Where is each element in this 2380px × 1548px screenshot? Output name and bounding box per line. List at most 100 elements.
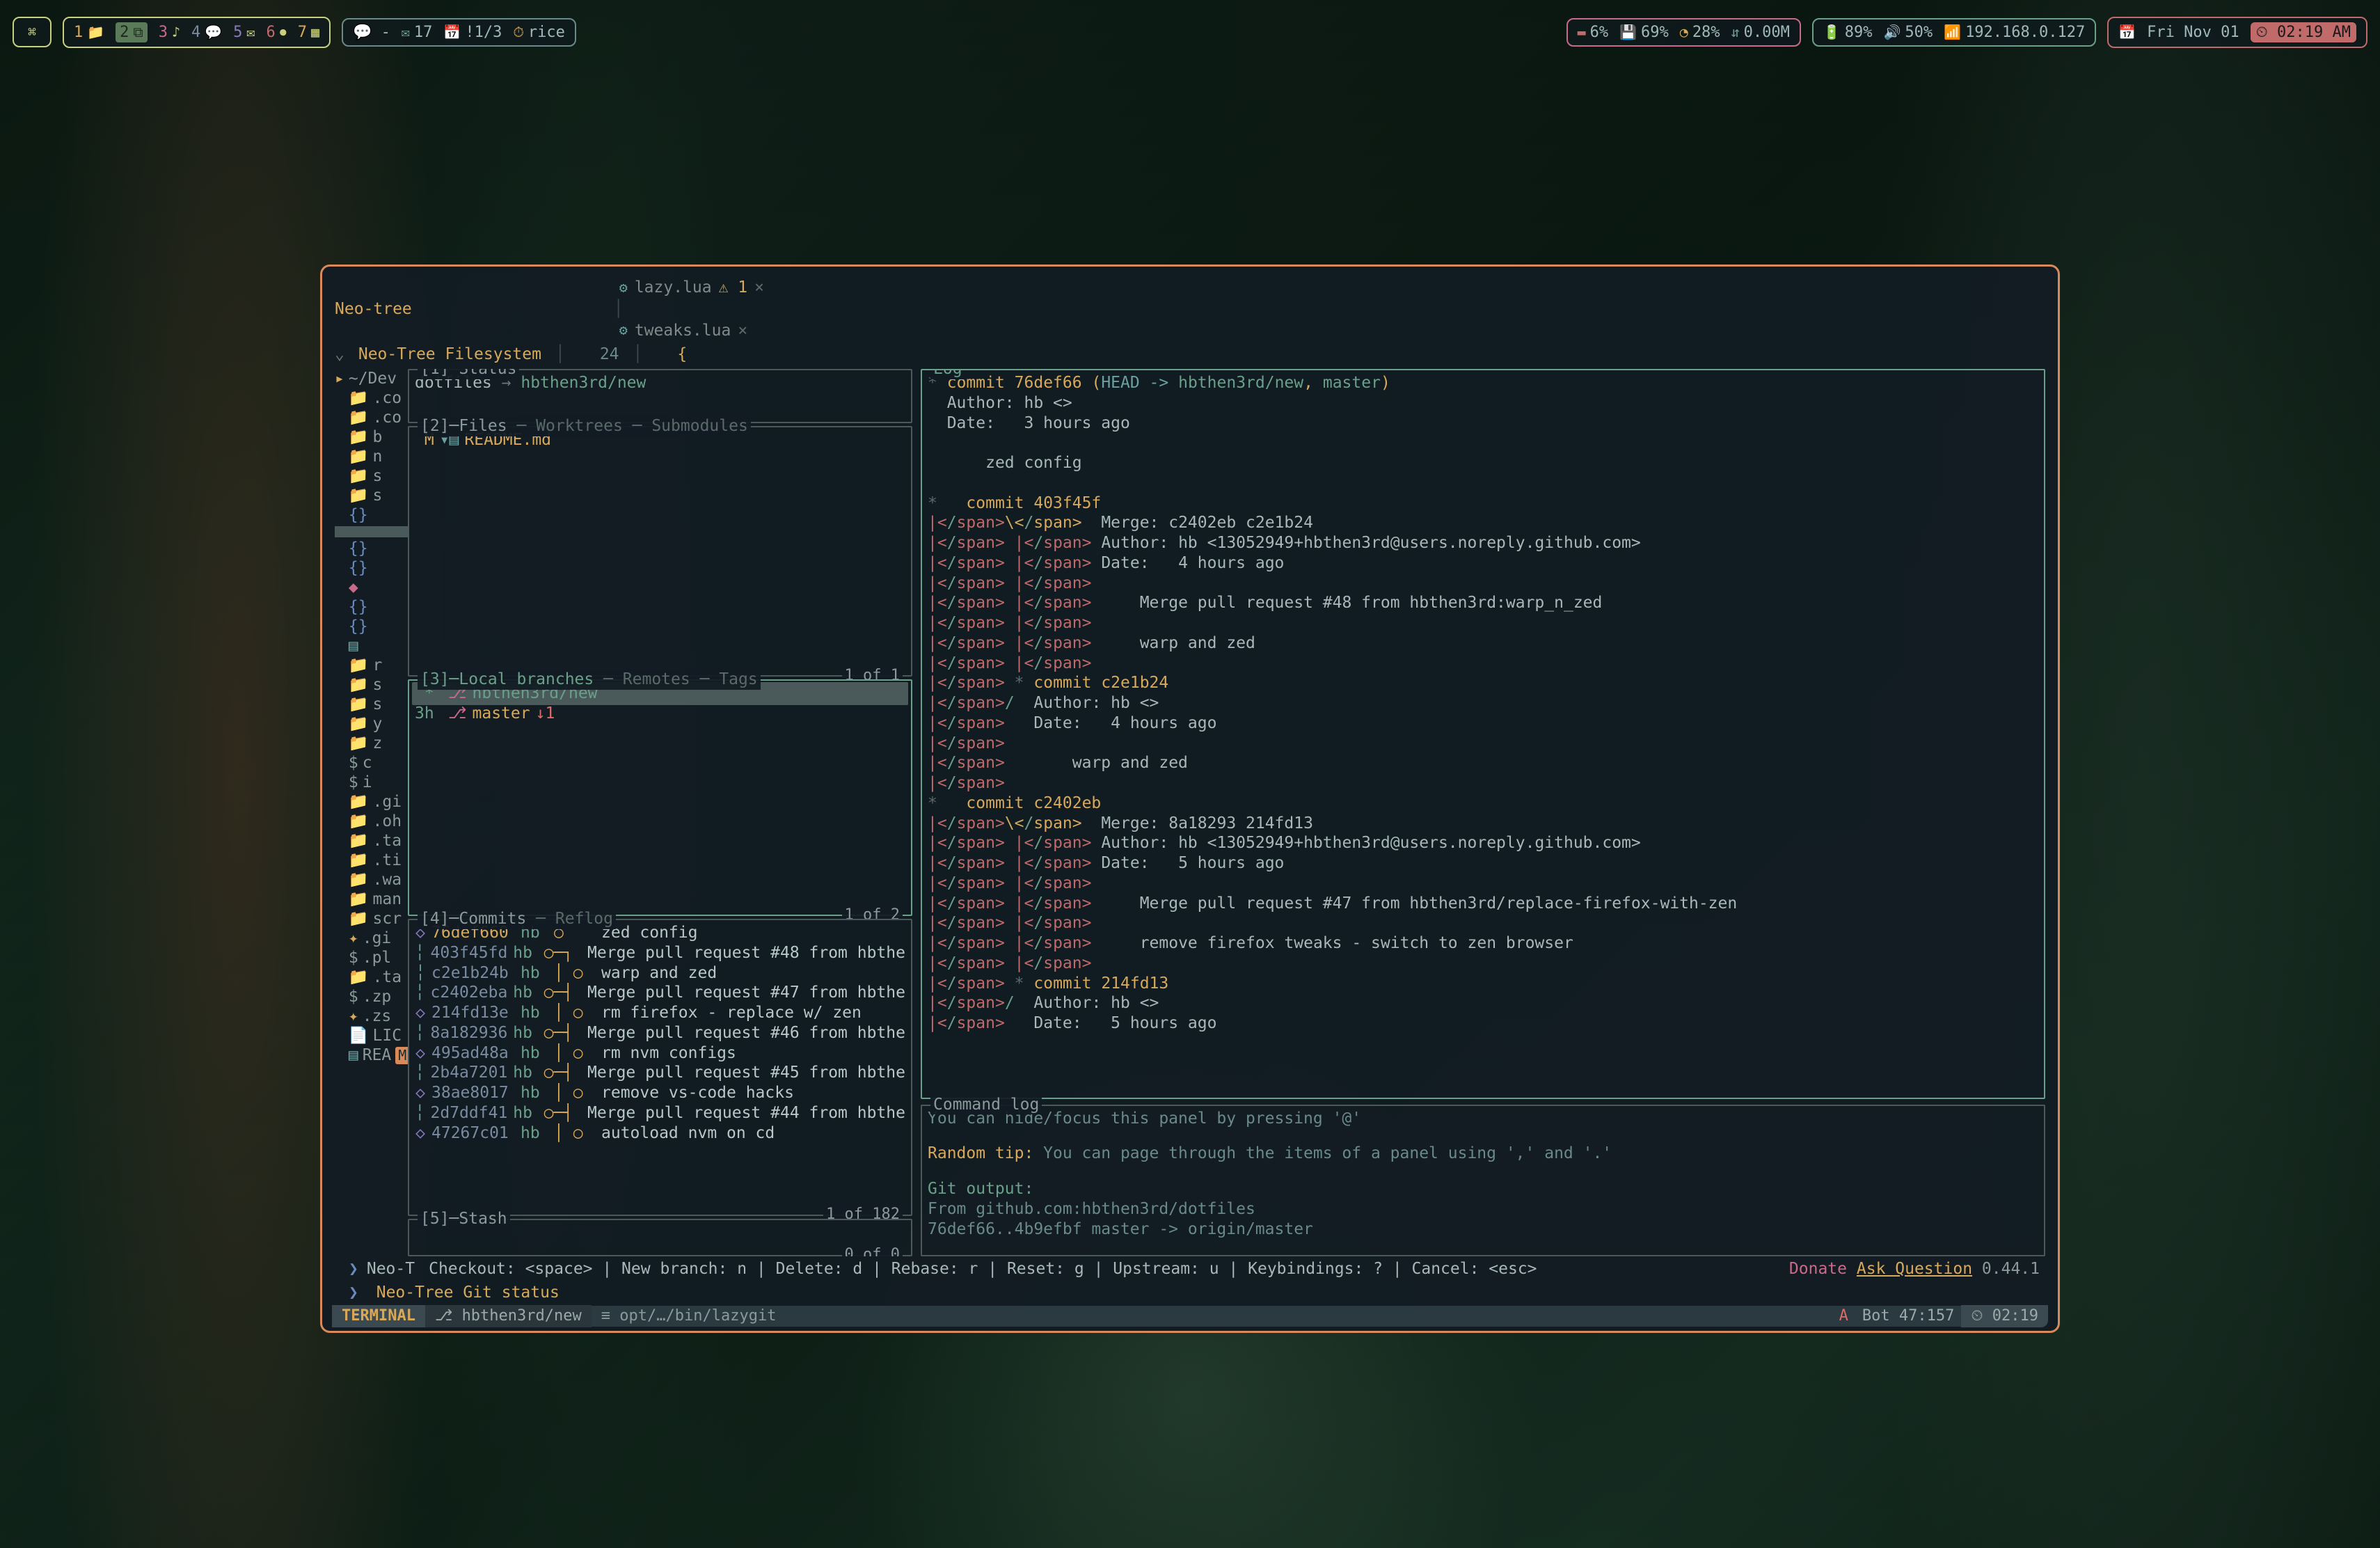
commit-row[interactable]: ╎c2e1b24bhb│ ○warp and zed [415, 963, 905, 984]
panel-stash[interactable]: [5]─Stash 0 of 0 [408, 1219, 912, 1256]
neotree-item[interactable]: 📁 z [335, 734, 408, 753]
panel-files[interactable]: [2]─Files ─ Worktrees ─ Submodules M▾▤RE… [408, 426, 912, 677]
wifi-stat[interactable]: 📶192.168.0.127 [1944, 24, 2085, 41]
neotree-item[interactable]: {} [335, 505, 408, 525]
time-chip: ⏲ 02:19 AM [2251, 22, 2356, 42]
tray-chat[interactable]: 💬 - [353, 24, 390, 41]
bufferline: Neo-tree ⚙lazy.lua⚠ 1× │ ⚙tweaks.lua× [335, 276, 2045, 342]
neotree-item[interactable]: 📁 .ta [335, 968, 408, 987]
workspace-7[interactable]: 7▦ [298, 24, 319, 41]
neotree-sidebar[interactable]: ▸ ~/Dev 📁 .co 📁 .co 📁 b 📁 n 📁 s 📁 s {} {… [335, 369, 408, 1256]
neotree-item[interactable]: 📁 s [335, 486, 408, 505]
panel-status[interactable]: [1]─Status dotfiles → hbthen3rd/new [408, 369, 912, 423]
tab-1[interactable]: ⚙tweaks.lua× [614, 319, 770, 342]
log-line: |</span> |</span> Author: hb <13052949+h… [928, 833, 2038, 853]
neotree-item[interactable]: 📁 scr [335, 909, 408, 929]
commit-row[interactable]: ╎2b4a7201hb○─┤Merge pull request #45 fro… [415, 1063, 905, 1083]
battery-stat: 🔋89% [1823, 24, 1873, 41]
neotree-item[interactable]: ▤ [335, 636, 408, 656]
neotree-item[interactable]: $ c [335, 753, 408, 773]
terminal-window[interactable]: Neo-tree ⚙lazy.lua⚠ 1× │ ⚙tweaks.lua× ⌄ … [320, 264, 2060, 1333]
neotree-item[interactable]: {} [335, 617, 408, 636]
workspace-3[interactable]: 3♪ [159, 24, 180, 41]
commit-row[interactable]: ╎403f45fdhb○─┐Merge pull request #48 fro… [415, 943, 905, 963]
tray-mail[interactable]: ✉ 17 [402, 24, 433, 41]
statusline: TERMINAL ⎇ hbthen3rd/new ≡ opt/…/bin/laz… [332, 1306, 2048, 1327]
panel-log[interactable]: Log * commit 76def66 (HEAD -> hbthen3rd/… [921, 369, 2045, 1099]
workspace-1[interactable]: 1📁 [74, 24, 104, 41]
neotree-item[interactable]: {} [335, 558, 408, 578]
neotree-item[interactable]: 📁 s [335, 466, 408, 486]
neotree-item[interactable]: ✦ .zs [335, 1006, 408, 1026]
neotree-item[interactable]: 📁 r [335, 656, 408, 675]
neotree-item[interactable]: 📁 .co [335, 408, 408, 427]
neotree-item[interactable]: 📁 .wa [335, 870, 408, 890]
neotree-root[interactable]: ▸ ~/Dev [335, 369, 408, 388]
neotree-item[interactable]: 📄 LIC [335, 1026, 408, 1045]
log-line: |</span> [928, 734, 2038, 754]
neotree-item[interactable]: 📁 s [335, 695, 408, 714]
chevron-down-icon[interactable]: ⌄ [335, 345, 344, 365]
neotree-item[interactable]: ✦ .gi [335, 929, 408, 948]
commit-row[interactable]: ╎8a182936hb○─┤Merge pull request #46 fro… [415, 1023, 905, 1043]
prompt-icon: ❯ [349, 1284, 358, 1302]
tray-calendar[interactable]: 📅 !1/3 [443, 24, 502, 41]
bufferline-left[interactable]: Neo-tree [335, 299, 412, 319]
commit-row[interactable]: ◇495ad48ahb│ ○rm nvm configs [415, 1043, 905, 1064]
tray-group: 💬 - ✉ 17 📅 !1/3 ⏱ rice [342, 18, 576, 47]
commit-row[interactable]: ╎c2402ebahb○─┤Merge pull request #47 fro… [415, 983, 905, 1003]
neotree-item[interactable]: 📁 .ta [335, 831, 408, 851]
panel-commits[interactable]: [4]─Commits ─ Reflog ◇76def660hb○zed con… [408, 919, 912, 1216]
statusline-position: Bot 47:157 [1855, 1305, 1961, 1327]
workspace-2[interactable]: 2⧉ [116, 22, 148, 42]
neotree-item[interactable]: 📁 .oh [335, 812, 408, 831]
neotree-item[interactable]: $ .zp [335, 987, 408, 1006]
log-line: |</span>\</span> Merge: c2402eb c2e1b24 [928, 513, 2038, 533]
neotree-item[interactable]: 📁 n [335, 447, 408, 466]
neotree-item[interactable]: {} [335, 539, 408, 558]
donate-link[interactable]: Donate [1789, 1260, 1847, 1278]
tray-mail-count: 17 [414, 24, 433, 41]
date-text: Fri Nov 01 [2147, 24, 2239, 41]
neotree-item[interactable]: 📁 .gi [335, 792, 408, 812]
close-icon[interactable]: × [754, 278, 764, 298]
commit-row[interactable]: ◇47267c01hb│ ○autoload nvm on cd [415, 1123, 905, 1144]
neotree-item[interactable]: ▤ REA M [335, 1045, 408, 1065]
menu-button[interactable]: ⌘ [13, 17, 51, 47]
winbar: ⌄ Neo-Tree Filesystem │ 24 │ { [335, 345, 2045, 365]
neotree-item[interactable]: $ .pl [335, 948, 408, 968]
commit-row[interactable]: ◇214fd13ehb│ ○rm firefox - replace w/ ze… [415, 1003, 905, 1023]
tab-0[interactable]: ⚙lazy.lua⚠ 1× [614, 276, 770, 299]
cmdlog-hint: You can hide/focus this panel by pressin… [928, 1109, 2038, 1129]
close-icon[interactable]: × [738, 321, 747, 341]
neotree-item[interactable]: 📁 y [335, 714, 408, 734]
neotree-item[interactable]: 📁 s [335, 675, 408, 695]
workspace-6[interactable]: 6⏺ [266, 24, 286, 41]
workspace-4[interactable]: 4💬 [191, 24, 222, 41]
tray-clock[interactable]: ⏱ rice [513, 24, 565, 41]
neotree-item[interactable]: 📁 man [335, 890, 408, 909]
wifi-icon: 📶 [1944, 24, 1961, 40]
neotree-item[interactable]: {} [335, 597, 408, 617]
workspace-5[interactable]: 5✉ [233, 24, 255, 41]
neotree-item[interactable]: $ i [335, 773, 408, 792]
log-line: |</span> |</span> Author: hb <13052949+h… [928, 533, 2038, 553]
cmdlog-tip: Random tip: You can page through the ite… [928, 1144, 2038, 1164]
commit-row[interactable]: ╎2d7ddf41hb○─┤Merge pull request #44 fro… [415, 1103, 905, 1123]
panel-stash-foot: 0 of 0 [842, 1245, 903, 1256]
battery-icon: 🔋 [1823, 24, 1841, 40]
panel-branches[interactable]: [3]─Local branches ─ Remotes ─ Tags *⎇hb… [408, 679, 912, 916]
ask-question-link[interactable]: Ask Question [1857, 1260, 1972, 1278]
panel-command-log[interactable]: Command log You can hide/focus this pane… [921, 1105, 2045, 1256]
neotree-item[interactable]: 📁 b [335, 427, 408, 447]
volume-stat[interactable]: 🔊50% [1884, 24, 1933, 41]
log-line: |</span> |</span> [928, 574, 2038, 594]
log-line: |</span> |</span> remove firefox tweaks … [928, 933, 2038, 954]
neotree-item[interactable]: 📁 .co [335, 388, 408, 408]
commit-row[interactable]: ◇38ae8017hb│ ○remove vs-code hacks [415, 1083, 905, 1103]
neotree-item[interactable]: 📁 .ti [335, 851, 408, 870]
log-line: |</span> |</span> [928, 954, 2038, 974]
lazygit[interactable]: [1]─Status dotfiles → hbthen3rd/new [2]─… [408, 369, 2045, 1256]
branch-row[interactable]: 3h⎇master↓1 [415, 704, 905, 724]
neotree-item[interactable]: ◆ [335, 578, 408, 597]
